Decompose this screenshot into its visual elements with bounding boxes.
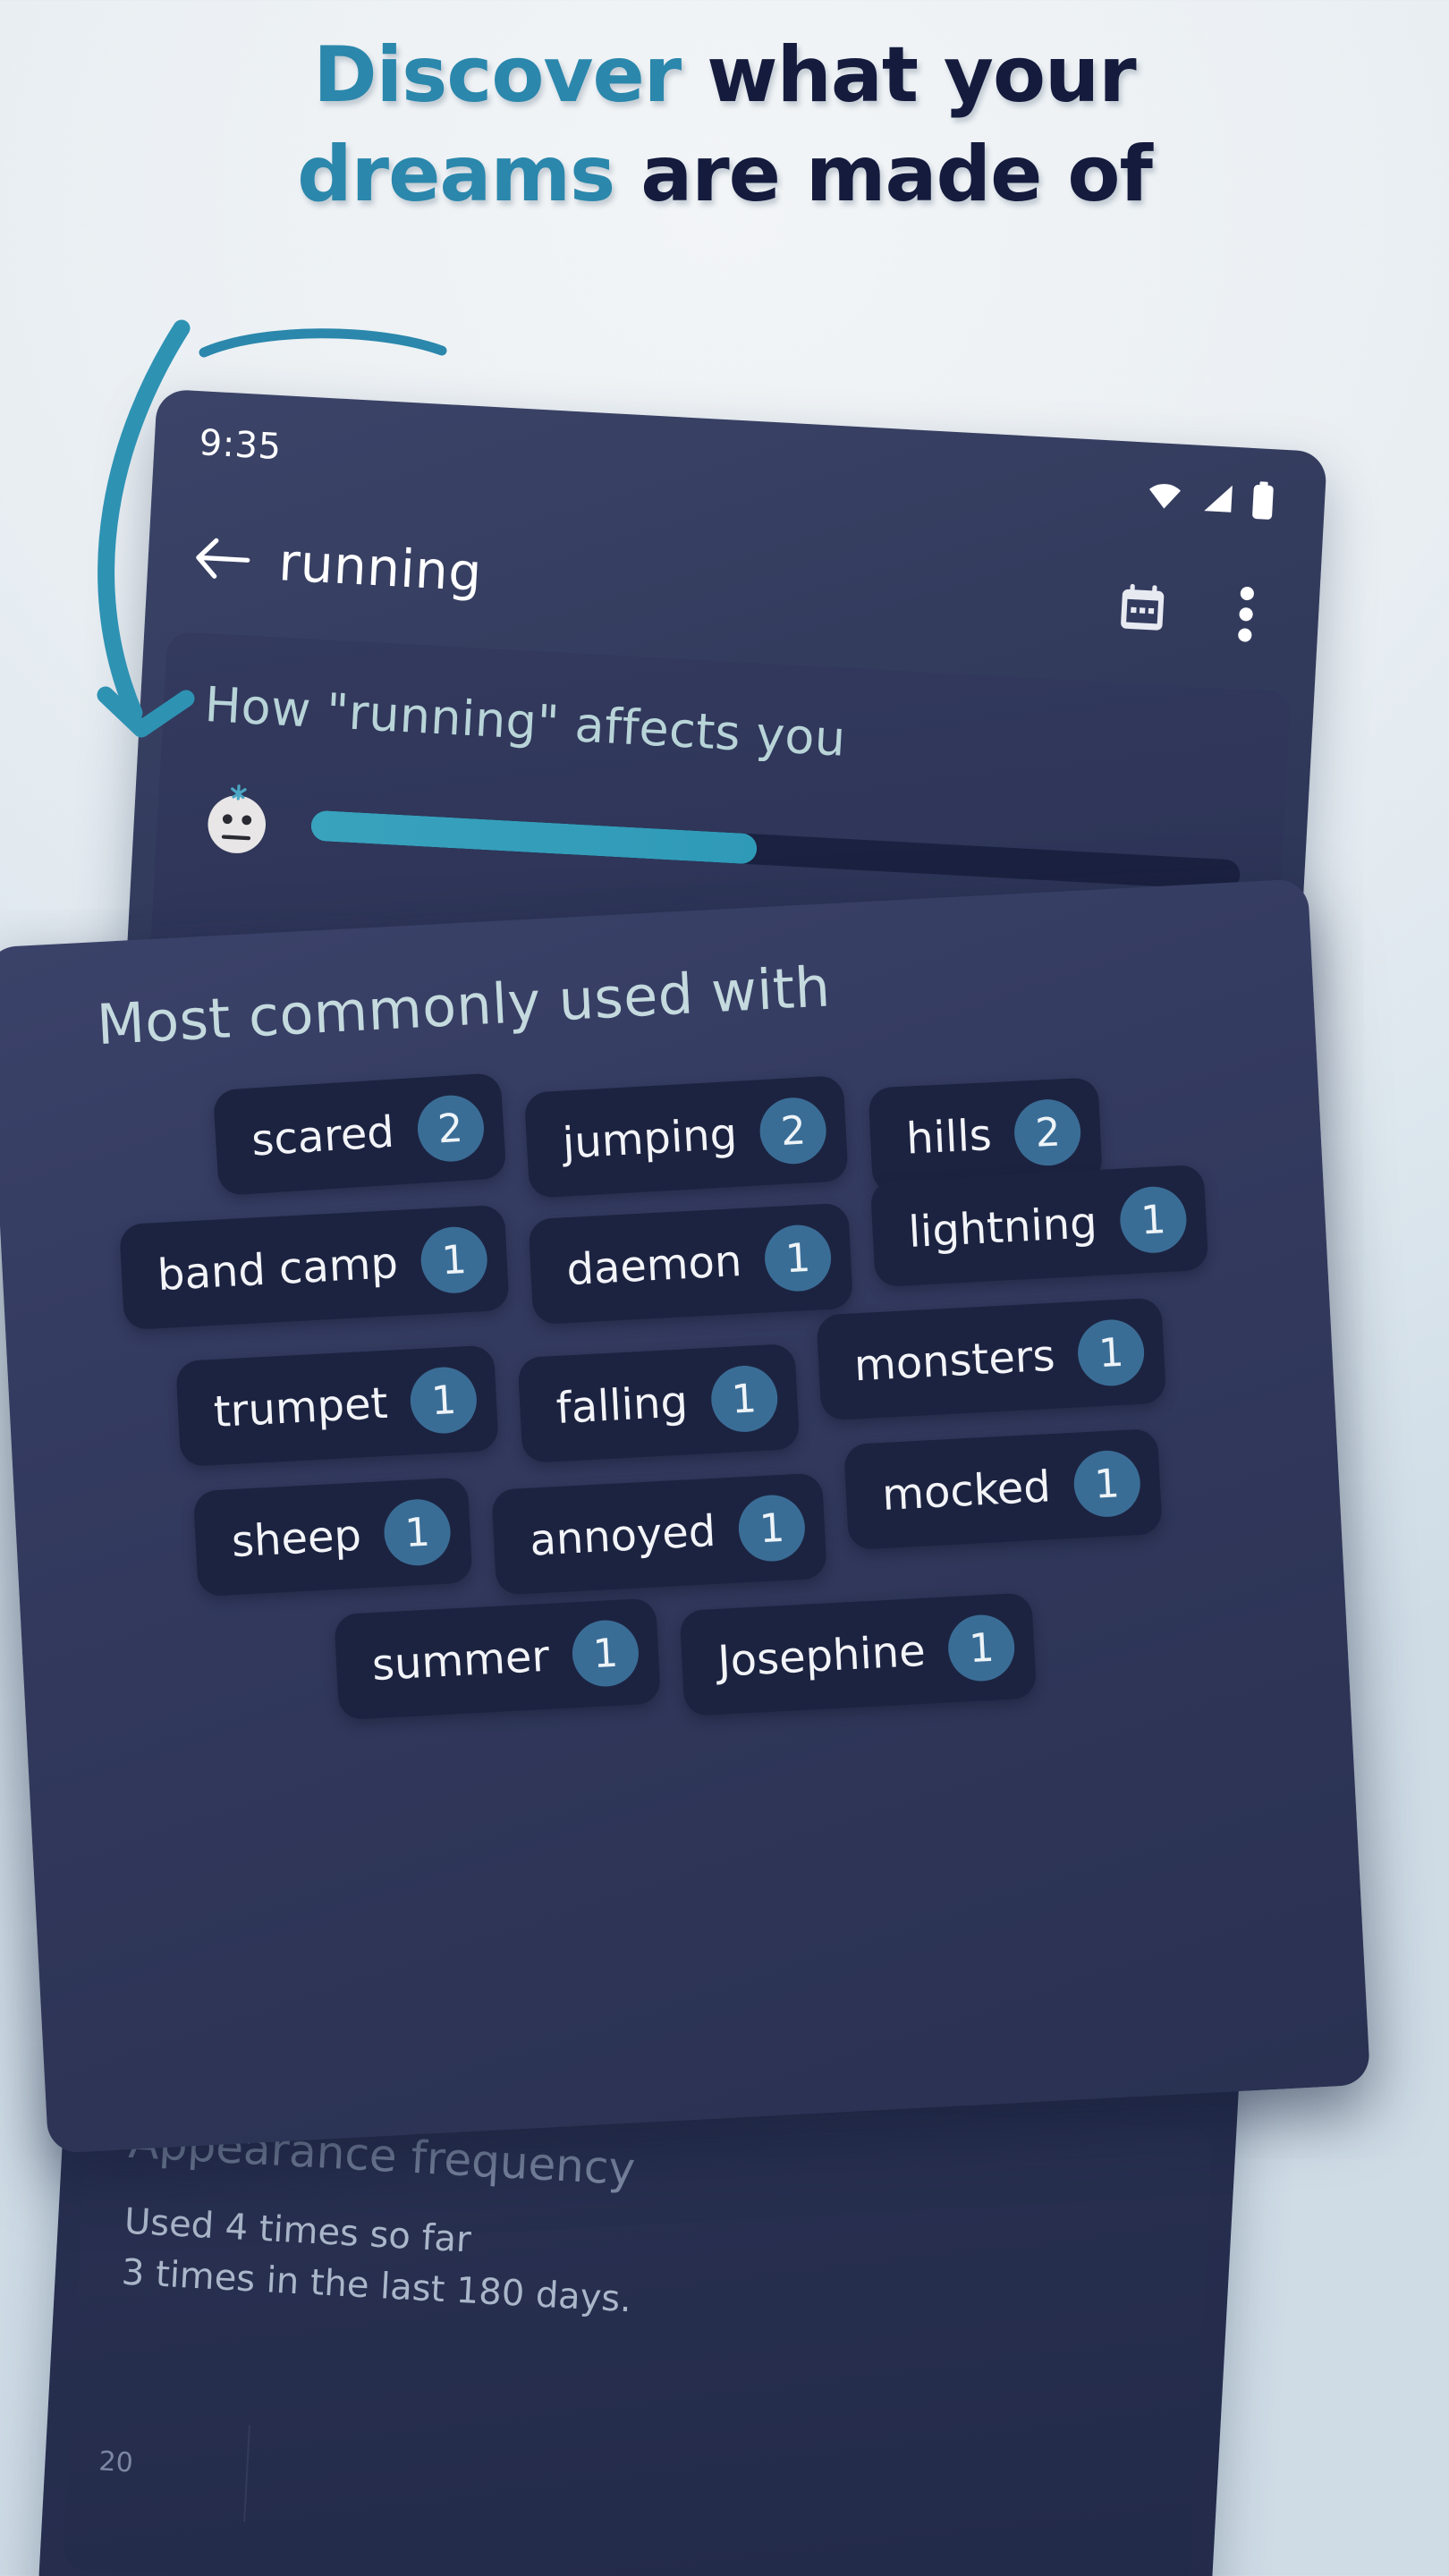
related-word-chip[interactable]: summer 1	[334, 1597, 661, 1721]
related-word-chip-count: 1	[419, 1224, 489, 1295]
calendar-button[interactable]	[1109, 576, 1175, 642]
related-word-chip-label: trumpet	[212, 1377, 389, 1437]
related-word-chip-count: 1	[571, 1618, 640, 1689]
related-word-chip-list: scared 2 jumping 2 hills 2 band camp 1 daemon 1 li…	[38, 1041, 1303, 1725]
most-commonly-used-with-card[interactable]: Most commonly used with scared 2 jumping 2 h…	[0, 878, 1371, 2154]
most-commonly-used-with-title: Most commonly used with	[95, 953, 833, 1058]
related-word-chip-label: lightning	[907, 1198, 1098, 1258]
related-word-chip-label: band camp	[156, 1238, 400, 1301]
related-word-chip-count: 1	[1118, 1184, 1189, 1255]
related-word-chip-count: 1	[946, 1613, 1017, 1683]
headline-rest-1: what your	[707, 30, 1137, 120]
related-word-chip-label: summer	[370, 1631, 551, 1691]
mood-progress[interactable]	[309, 809, 1241, 891]
related-word-chip-label: Josephine	[716, 1625, 927, 1687]
related-word-chip[interactable]: annoyed 1	[491, 1472, 828, 1596]
related-word-chip[interactable]: mocked 1	[843, 1428, 1163, 1551]
chart-axis-label: 20	[97, 2445, 134, 2479]
headline-accent-dreams: dreams	[297, 129, 615, 219]
headline-line-1: Discover what your	[0, 34, 1449, 117]
overflow-menu-button[interactable]	[1213, 581, 1279, 648]
swoosh-underline-icon	[199, 328, 447, 358]
status-icons	[1143, 474, 1275, 521]
related-word-chip[interactable]: jumping 2	[524, 1075, 850, 1199]
related-word-chip[interactable]: scared 2	[212, 1072, 506, 1197]
neutral-face-icon	[208, 784, 266, 853]
back-button[interactable]	[186, 522, 259, 596]
related-word-chip-label: daemon	[565, 1235, 743, 1296]
related-word-chip[interactable]: lightning 1	[869, 1164, 1209, 1288]
related-word-chip[interactable]: daemon 1	[528, 1202, 854, 1326]
related-word-chip-count: 2	[415, 1093, 486, 1164]
related-word-chip-count: 1	[763, 1223, 833, 1293]
related-word-chip-label: mocked	[880, 1462, 1053, 1521]
related-word-chip[interactable]: band camp 1	[119, 1204, 510, 1331]
progress-track	[309, 809, 1241, 891]
promo-headline: Discover what your dreams are made of	[0, 34, 1449, 216]
related-word-chip-label: sheep	[230, 1510, 363, 1568]
related-word-chip-label: scared	[250, 1106, 396, 1166]
headline-accent-discover: Discover	[313, 30, 682, 120]
battery-icon	[1252, 481, 1274, 520]
related-word-chip-label: annoyed	[528, 1505, 717, 1566]
more-vertical-icon	[1238, 586, 1254, 642]
related-word-chip-count: 2	[758, 1096, 829, 1166]
appearance-frequency-card[interactable]: Appearance frequency Used 4 times so far…	[62, 2069, 1214, 2576]
app-bar-actions	[1109, 576, 1279, 648]
related-word-chip-label: monsters	[852, 1330, 1056, 1392]
cellular-signal-icon	[1204, 485, 1233, 513]
related-word-chip-label: jumping	[561, 1108, 739, 1169]
related-word-chip-label: hills	[904, 1110, 993, 1165]
related-word-chip[interactable]: trumpet 1	[174, 1344, 500, 1468]
affects-you-title: How "running" affects you	[203, 676, 848, 767]
app-bar-title: running	[276, 531, 484, 604]
related-word-chip[interactable]: falling 1	[517, 1343, 800, 1463]
related-word-chip[interactable]: Josephine 1	[679, 1592, 1038, 1716]
related-word-chip-label: falling	[555, 1377, 690, 1434]
progress-fill	[309, 809, 758, 865]
related-word-chip[interactable]: monsters 1	[816, 1297, 1167, 1421]
related-word-chip-count: 1	[1072, 1448, 1142, 1519]
headline-line-2: dreams are made of	[0, 129, 1449, 219]
back-arrow-icon	[196, 538, 250, 579]
related-word-chip-count: 1	[1076, 1318, 1147, 1388]
wifi-icon	[1149, 484, 1181, 509]
related-word-chip-count: 2	[1013, 1097, 1082, 1167]
status-clock: 9:35	[198, 422, 283, 469]
related-word-chip-count: 1	[708, 1364, 779, 1434]
related-word-chip-count: 1	[737, 1493, 807, 1563]
related-word-chip[interactable]: sheep 1	[192, 1477, 473, 1597]
headline-rest-2: are made of	[640, 129, 1153, 219]
calendar-icon	[1121, 583, 1165, 631]
related-word-chip-count: 1	[382, 1497, 453, 1568]
related-word-chip-count: 1	[409, 1365, 479, 1436]
